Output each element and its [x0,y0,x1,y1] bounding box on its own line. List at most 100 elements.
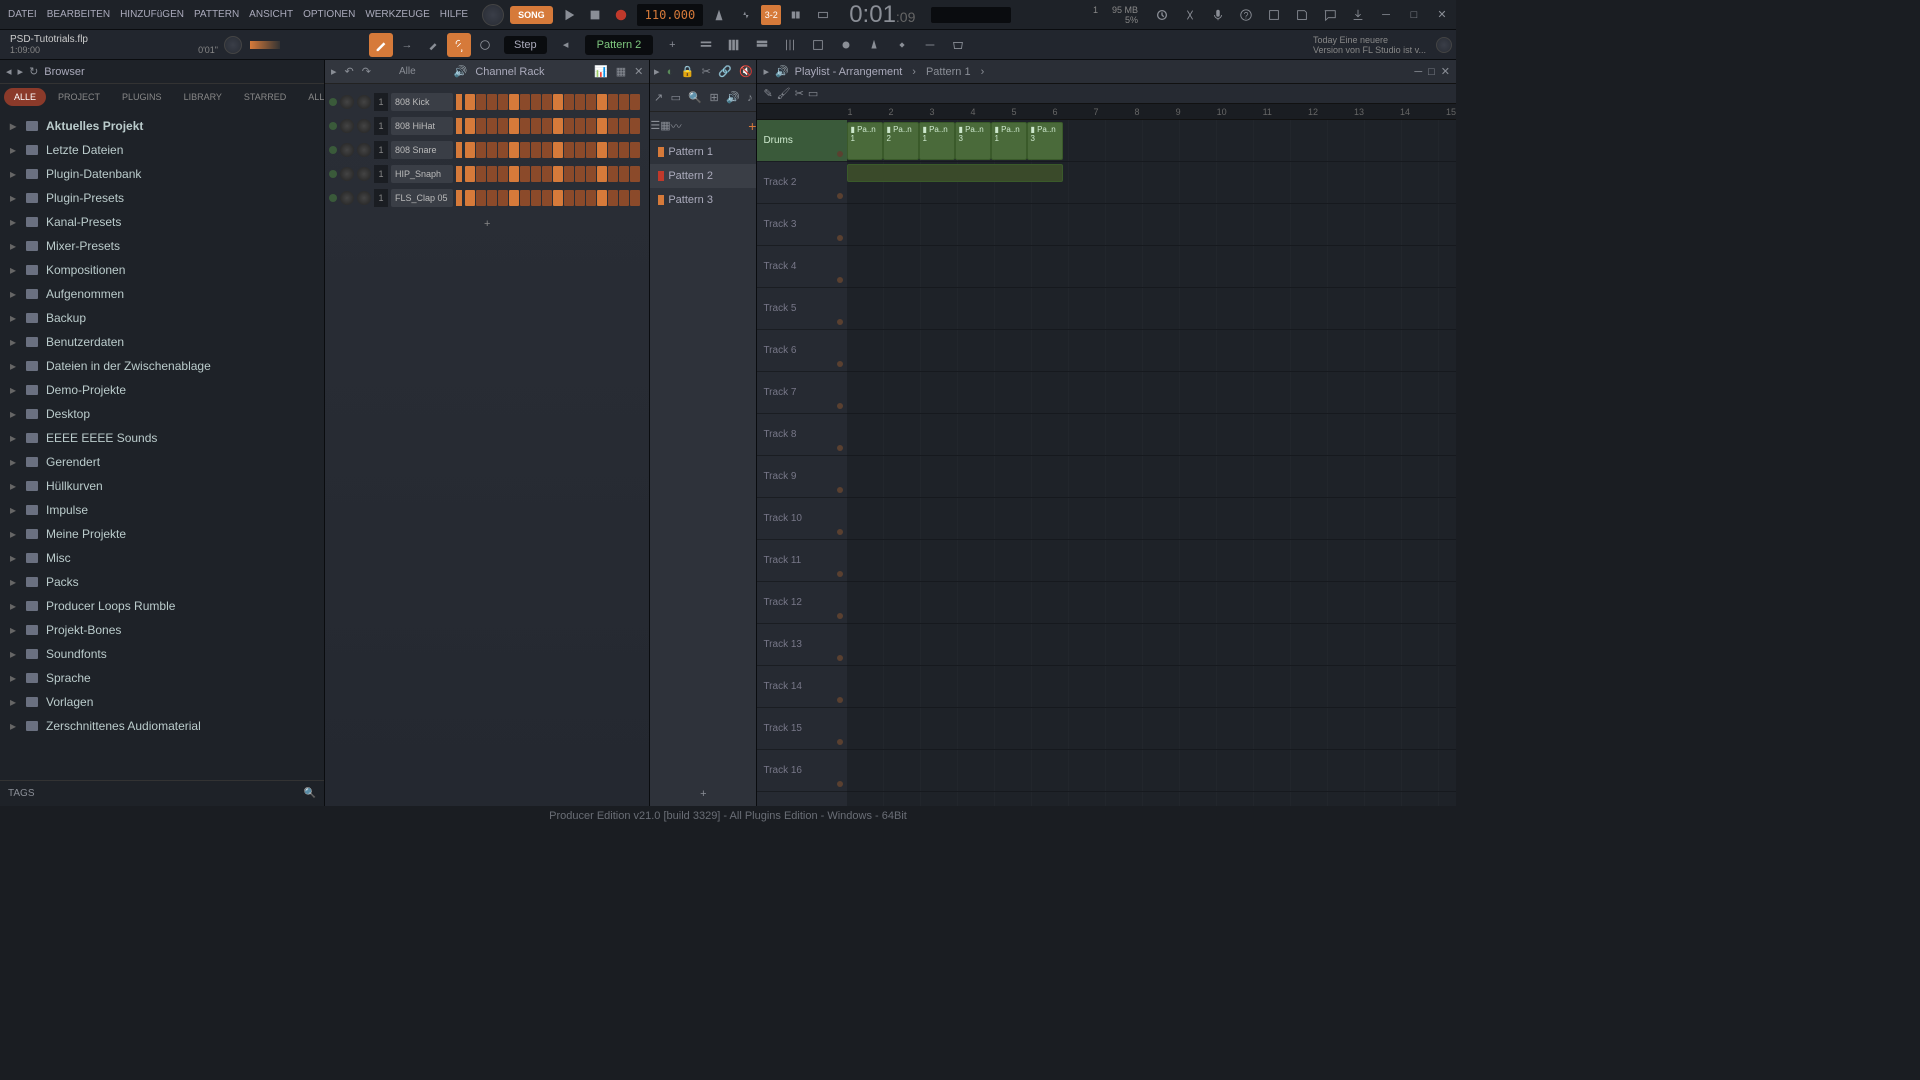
step-button[interactable] [608,166,618,182]
browser-item[interactable]: ▸Misc [0,546,324,570]
track-lane[interactable] [847,498,1456,540]
browser-item[interactable]: ▸Plugin-Datenbank [0,162,324,186]
pl-slice-icon[interactable]: ✂ [795,87,804,100]
track-header[interactable]: Track 3 [757,204,847,246]
step-button[interactable] [553,118,563,134]
step-button[interactable] [476,94,486,110]
chat-icon[interactable] [1320,5,1340,25]
step-button[interactable] [630,190,640,206]
track-header[interactable]: Track 6 [757,330,847,372]
vol-knob[interactable] [357,119,371,133]
pattern-clip[interactable]: ▮ Pa..n 1 [919,122,955,160]
pp-arrow-icon[interactable]: ↗ [654,91,663,104]
step-button[interactable] [531,166,541,182]
step-button[interactable] [487,166,497,182]
step-button[interactable] [498,190,508,206]
step-button[interactable] [630,94,640,110]
step-button[interactable] [575,190,585,206]
browser-item[interactable]: ▸Sprache [0,666,324,690]
step-button[interactable] [597,142,607,158]
step-button[interactable] [520,142,530,158]
browser-item[interactable]: ▸Mixer-Presets [0,234,324,258]
browser-item[interactable]: ▸Plugin-Presets [0,186,324,210]
track-header[interactable]: Track 12 [757,582,847,624]
track-header[interactable]: Track 4 [757,246,847,288]
mic-icon[interactable] [1208,5,1228,25]
playlist-crumb[interactable]: Pattern 1 [926,66,971,78]
step-button[interactable] [630,166,640,182]
track-lane[interactable] [847,246,1456,288]
channel-number[interactable]: 1 [374,93,388,111]
menu-add[interactable]: HINZUFüGEN [116,7,188,22]
undo-icon[interactable]: ↶ [345,65,354,78]
step-button[interactable] [498,94,508,110]
pattern-selector[interactable]: Pattern 2 [585,35,654,55]
news-refresh-icon[interactable] [1436,37,1452,53]
browser-item[interactable]: ▸Kanal-Presets [0,210,324,234]
step-button[interactable] [586,118,596,134]
step-button[interactable] [465,118,475,134]
vol-knob[interactable] [357,167,371,181]
channel-led[interactable] [329,170,337,178]
step-button[interactable] [465,166,475,182]
step-button[interactable] [553,94,563,110]
song-mode-button[interactable]: SONG [510,6,553,24]
midi-tool[interactable] [473,33,497,57]
track-header[interactable]: Track 5 [757,288,847,330]
track-header[interactable]: Track 13 [757,624,847,666]
tab-library[interactable]: LIBRARY [174,88,232,106]
maximize-icon[interactable]: □ [1404,5,1424,25]
step-button[interactable] [586,166,596,182]
browser-item[interactable]: ▸Aufgenommen [0,282,324,306]
step-button[interactable] [608,142,618,158]
pl-minimize-icon[interactable]: ─ [1414,66,1422,78]
step-button[interactable] [487,118,497,134]
step-button[interactable] [531,94,541,110]
channel-number[interactable]: 1 [374,189,388,207]
loop-record-icon[interactable] [813,5,833,25]
playlist-ruler[interactable]: 123456789101112131415 [757,104,1456,120]
browser-item[interactable]: ▸Aktuelles Projekt [0,114,324,138]
step-button[interactable] [542,190,552,206]
browser-item[interactable]: ▸Meine Projekte [0,522,324,546]
pp-lock-icon[interactable]: 🔒 [681,65,695,78]
pp-select-icon[interactable]: ▭ [671,91,681,104]
step-button[interactable] [520,118,530,134]
channel-name[interactable]: HIP_Snaph [391,165,453,183]
browser-item[interactable]: ▸Producer Loops Rumble [0,594,324,618]
browser-item[interactable]: ▸Demo-Projekte [0,378,324,402]
draw-tool[interactable] [369,33,393,57]
step-button[interactable] [619,118,629,134]
channel-number[interactable]: 1 [374,141,388,159]
pp-loop-icon[interactable]: ◐ [667,66,674,78]
track-lane[interactable] [847,624,1456,666]
tab-all[interactable]: ALLE [4,88,46,106]
step-button[interactable] [564,142,574,158]
paint-tool[interactable] [421,33,445,57]
undo-history-icon[interactable] [1152,5,1172,25]
menu-edit[interactable]: BEARBEITEN [43,7,114,22]
pp-link-icon[interactable]: 🔗 [718,65,732,78]
step-button[interactable] [586,142,596,158]
metronome-icon[interactable] [709,5,729,25]
step-button[interactable] [564,190,574,206]
master-pitch-slider[interactable] [250,41,280,49]
render-icon[interactable] [1264,5,1284,25]
channel-number[interactable]: 1 [374,165,388,183]
step-button[interactable] [630,118,640,134]
close-icon[interactable]: ✕ [1432,5,1452,25]
track-mute-dot[interactable] [837,193,843,199]
pattern-clip[interactable]: ▮ Pa..n 1 [991,122,1027,160]
step-button[interactable] [531,118,541,134]
step-button[interactable] [520,94,530,110]
browser-item[interactable]: ▸Gerendert [0,450,324,474]
channel-selector[interactable] [456,142,462,158]
step-button[interactable] [608,94,618,110]
track-mute-dot[interactable] [837,361,843,367]
step-button[interactable] [575,118,585,134]
track-lane[interactable] [847,204,1456,246]
step-button[interactable] [487,142,497,158]
pattern-item[interactable]: Pattern 3 [650,188,756,212]
link-tool[interactable] [447,33,471,57]
pattern-item[interactable]: Pattern 2 [650,164,756,188]
